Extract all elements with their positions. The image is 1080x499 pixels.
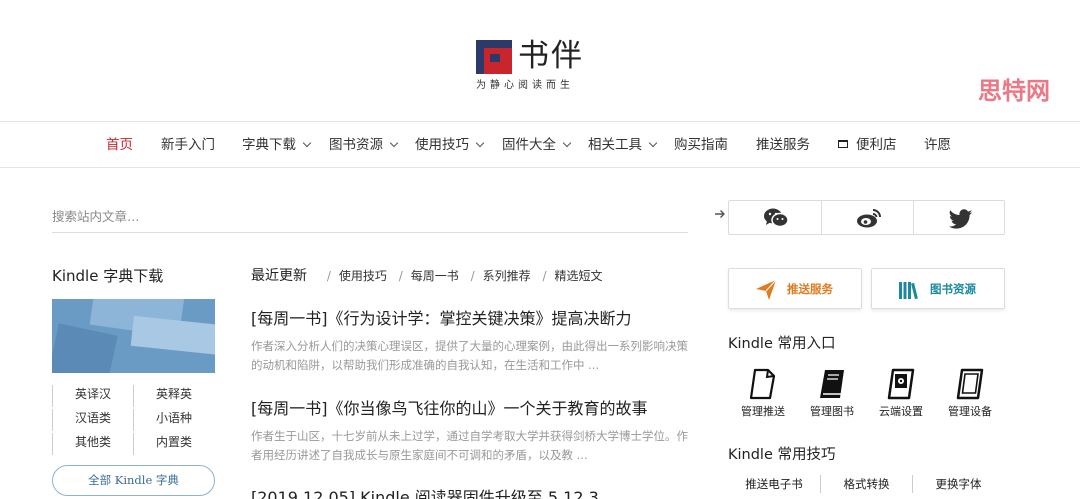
recent-updates-title: 最近更新 — [251, 268, 307, 284]
entry-manage-books[interactable]: 管理图书 — [797, 367, 867, 423]
cart-icon — [838, 140, 848, 148]
twitter-icon — [949, 209, 972, 229]
nav-item-tools[interactable]: 相关工具 — [588, 136, 658, 154]
nav-label: 相关工具 — [588, 137, 642, 153]
nav-item-dictionary[interactable]: 字典下载 — [242, 136, 312, 154]
nav-item-books[interactable]: 图书资源 — [329, 136, 399, 154]
dict-category-link[interactable]: 英译汉 — [52, 385, 133, 407]
entry-label: 管理推送 — [741, 405, 785, 418]
search-input[interactable] — [52, 206, 632, 226]
article-title-link[interactable]: [每周一书]《你当像鸟飞往你的山》一个关于教育的故事 — [251, 398, 693, 420]
weibo-link[interactable] — [821, 201, 913, 234]
book-icon — [820, 370, 844, 398]
chevron-down-icon — [389, 138, 399, 148]
tip-link[interactable]: 推送电子书 — [728, 475, 820, 493]
site-logo[interactable]: 书伴 为静心阅读而生 — [476, 38, 586, 98]
nav-item-home[interactable]: 首页 — [106, 136, 133, 154]
article-title-link[interactable]: [每周一书]《行为设计学：掌控关键决策》提高决断力 — [251, 308, 693, 330]
site-slogan: 为静心阅读而生 — [476, 80, 574, 91]
wechat-link[interactable] — [729, 201, 821, 234]
twitter-link[interactable] — [913, 201, 1005, 234]
nav-label: 许愿 — [924, 137, 951, 153]
entry-manage-devices[interactable]: 管理设备 — [935, 367, 1005, 423]
dict-category-link[interactable]: 内置类 — [133, 433, 214, 455]
nav-label: 图书资源 — [329, 137, 383, 153]
document-icon — [749, 368, 776, 400]
entry-label: 管理图书 — [810, 405, 854, 418]
social-links — [728, 200, 1005, 235]
book-resources-label: 图书资源 — [930, 282, 976, 296]
weibo-icon — [857, 209, 881, 228]
nav-label: 推送服务 — [756, 137, 810, 153]
nav-item-store[interactable]: 便利店 — [838, 136, 897, 154]
dictionary-banner-image[interactable] — [52, 299, 215, 373]
tab-tips[interactable]: 使用技巧 — [339, 269, 387, 283]
dictionary-heading: Kindle 字典下载 — [52, 267, 164, 285]
nav-item-wish[interactable]: 许愿 — [924, 136, 951, 154]
chevron-down-icon — [475, 138, 485, 148]
article-item: [2019.12.05] Kindle 阅读器固件升级至 5.12.3 — [251, 487, 693, 499]
paper-plane-icon — [756, 279, 777, 300]
books-icon — [899, 282, 918, 300]
nav-item-tips[interactable]: 使用技巧 — [415, 136, 485, 154]
dict-category-link[interactable]: 汉语类 — [52, 409, 133, 431]
dict-category-link[interactable]: 小语种 — [133, 409, 214, 431]
nav-label: 首页 — [106, 137, 133, 153]
chevron-down-icon — [302, 138, 312, 148]
wechat-icon — [764, 208, 789, 228]
kindle-tips-list: 推送电子书 格式转换 更换字体 — [728, 475, 1005, 495]
book-resources-button[interactable]: 图书资源 — [871, 268, 1005, 309]
dict-category-link[interactable]: 英释英 — [133, 385, 214, 407]
nav-item-beginner[interactable]: 新手入门 — [161, 136, 215, 154]
push-service-label: 推送服务 — [787, 282, 833, 296]
entry-label: 管理设备 — [948, 405, 992, 418]
main-nav: 首页 新手入门 字典下载 图书资源 使用技巧 固件大全 相关工具 购买指南 推送… — [0, 123, 1080, 168]
cloud-settings-icon — [887, 368, 915, 400]
article-item: [每周一书]《行为设计学：掌控关键决策》提高决断力 作者深入分析人们的决策心理误… — [251, 308, 693, 375]
tip-link[interactable]: 格式转换 — [820, 475, 912, 493]
site-header: 书伴 为静心阅读而生 思特网 — [0, 0, 1080, 122]
arrow-right-icon — [715, 210, 725, 218]
nav-item-buying-guide[interactable]: 购买指南 — [674, 136, 728, 154]
recent-updates-tabs: 最近更新 / 使用技巧 / 每周一书 / 系列推荐 / 精选短文 — [251, 268, 603, 284]
logo-mark-icon — [476, 40, 512, 74]
chevron-down-icon — [562, 138, 572, 148]
search-bar — [52, 200, 725, 233]
kindle-tips-heading: Kindle 常用技巧 — [728, 447, 836, 463]
article-title-link[interactable]: [2019.12.05] Kindle 阅读器固件升级至 5.12.3 — [251, 487, 693, 499]
nav-label: 便利店 — [856, 137, 897, 153]
nav-label: 固件大全 — [502, 137, 556, 153]
tip-link[interactable]: 更换字体 — [912, 475, 1004, 493]
nav-item-firmware[interactable]: 固件大全 — [502, 136, 572, 154]
entry-cloud-settings[interactable]: 云端设置 — [866, 367, 936, 423]
nav-label: 购买指南 — [674, 137, 728, 153]
nav-label: 使用技巧 — [415, 137, 469, 153]
entry-manage-push[interactable]: 管理推送 — [728, 367, 798, 423]
article-excerpt: 作者深入分析人们的决策心理误区，提供了大量的心理案例，由此得出一系列影响决策的动… — [251, 339, 688, 372]
tab-weekly-book[interactable]: 每周一书 — [411, 269, 459, 283]
all-dictionaries-button[interactable]: 全部 Kindle 字典 — [52, 465, 215, 496]
article-item: [每周一书]《你当像鸟飞往你的山》一个关于教育的故事 作者生于山区，十七岁前从未… — [251, 398, 693, 465]
nav-label: 新手入门 — [161, 137, 215, 153]
entry-label: 云端设置 — [879, 405, 923, 418]
logo-text: 书伴 — [518, 38, 584, 74]
nav-item-push-service[interactable]: 推送服务 — [756, 136, 810, 154]
tab-essays[interactable]: 精选短文 — [555, 269, 603, 283]
nav-label: 字典下载 — [242, 137, 296, 153]
article-excerpt: 作者生于山区，十七岁前从未上过学，通过自学考取大学并获得剑桥大学博士学位。作者用… — [251, 429, 688, 462]
search-submit-button[interactable] — [714, 208, 726, 225]
push-service-button[interactable]: 推送服务 — [728, 268, 862, 309]
watermark: 思特网 — [978, 77, 1050, 105]
chevron-down-icon — [648, 138, 658, 148]
kindle-entries-heading: Kindle 常用入口 — [728, 336, 836, 352]
dict-category-link[interactable]: 其他类 — [52, 433, 133, 455]
tab-series[interactable]: 系列推荐 — [483, 269, 531, 283]
device-icon — [956, 368, 984, 400]
